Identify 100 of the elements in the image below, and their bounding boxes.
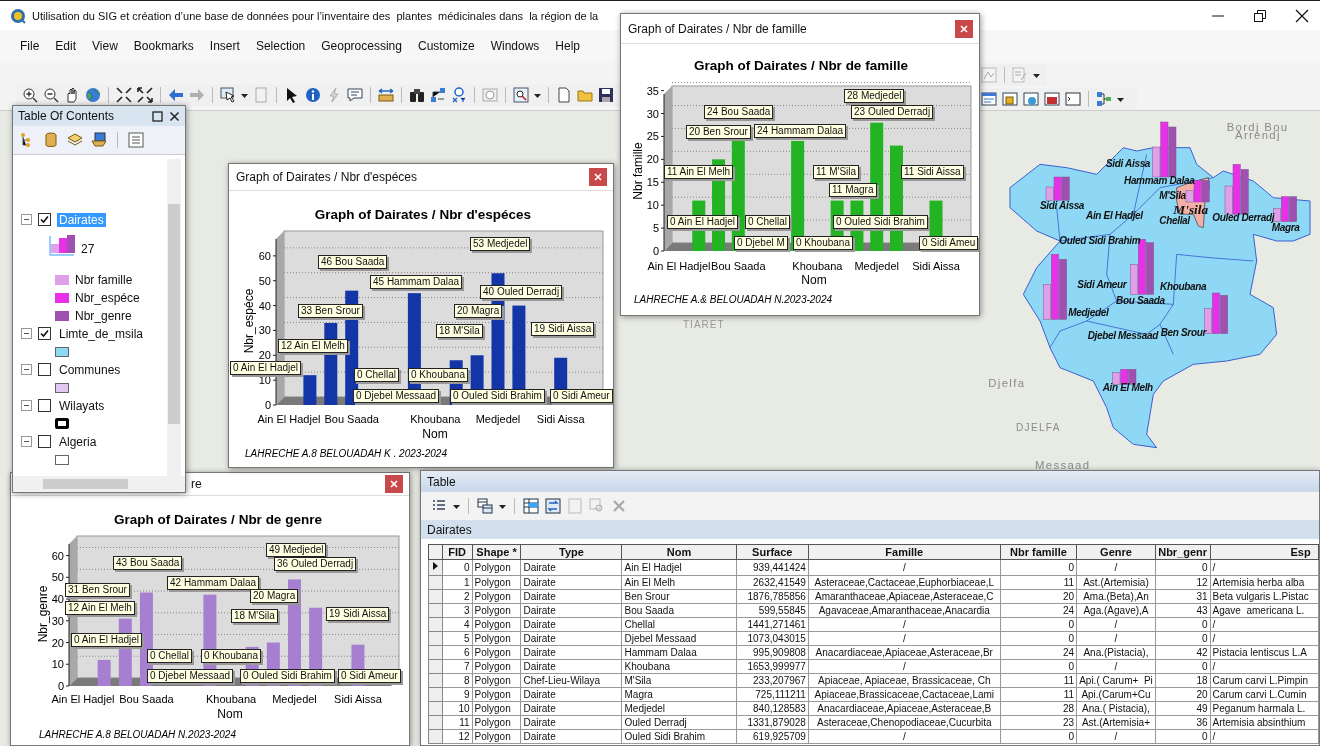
place-label: Sidi Ameur (1077, 279, 1127, 291)
chart-credit: LAHRECHE A.& BELOUADAH N.2023-2024 (634, 294, 833, 305)
table-cell: Apiaceae,Brassicaceae,Cactaceae,Lami (808, 687, 1001, 702)
table-cell: Khoubana (622, 659, 737, 674)
table-cell: 840,128583 (736, 701, 809, 716)
column-header[interactable]: Nbr famille (1000, 544, 1077, 560)
window-title: Table (427, 474, 456, 489)
data-label: 46 Bou Saada (318, 255, 388, 269)
table-cell: Api.(Carum+Cu (1076, 687, 1156, 702)
table-cell: 3 (442, 603, 473, 618)
data-label: 0 Ouled Sidi Brahim (450, 389, 545, 403)
axis-title: Nbr_espéce (242, 288, 256, 354)
table-cell: 599,55845 (736, 603, 809, 618)
data-label: 53 Medjedel (470, 237, 531, 251)
y-tick-label: 40 (258, 299, 271, 312)
layer-name[interactable]: Limte_de_msila (57, 326, 146, 341)
y-tick-label: 15 (646, 176, 659, 189)
table-cell: Djebel Messaad (622, 631, 737, 646)
table-cell: Peganum harmala L. (1210, 701, 1319, 716)
table-cell: Ana.(Pistacia), (1076, 645, 1156, 660)
menu-item[interactable]: Help (555, 37, 581, 55)
table-cell: Polygon (472, 729, 521, 744)
y-tick-label: 0 (57, 680, 64, 692)
table-cell: Chellal (622, 617, 737, 632)
data-label: 20 Ben Srour (686, 125, 751, 139)
y-tick-label: 40 (51, 593, 64, 606)
column-header[interactable]: Type (520, 544, 622, 560)
menu-item[interactable]: Bookmarks (133, 37, 194, 55)
menu-item[interactable]: Geoprocessing (321, 37, 402, 55)
table-cell: Ouled Derradj (622, 715, 737, 730)
symbol-count: 27 (81, 242, 95, 256)
menu-item[interactable]: View (92, 37, 118, 55)
table-cell: Artemisia absinthium (1210, 715, 1319, 730)
layer-name[interactable]: Wilayats (57, 398, 107, 413)
table-cell: Api.( Carum+ Pi (1076, 673, 1156, 688)
table-cell: Ama.(Beta),An (1076, 589, 1156, 604)
table-cell: 1653,999977 (736, 659, 809, 674)
column-header[interactable]: Esp (1210, 544, 1319, 560)
chart-title: Graph of Dairates / Nbr de genre (114, 512, 322, 527)
menu-item[interactable]: Insert (209, 37, 240, 55)
layer-name[interactable]: Communes (57, 362, 123, 377)
column-header[interactable]: Surface (736, 544, 809, 560)
x-tick-label: Sidi Aissa (912, 260, 960, 272)
x-tick-label: Sidi Aissa (536, 413, 585, 425)
table-cell: 11 (1000, 575, 1077, 590)
x-tick-label: Khoubana (792, 260, 843, 272)
table-cell: Polygon (472, 617, 521, 632)
column-header[interactable]: FID (442, 544, 473, 560)
table-cell: 1876,785856 (736, 589, 809, 604)
table-cell: Amaranthaceae,Apiaceae,Asteraceae,C (808, 589, 1001, 604)
data-label: 11 Magra (829, 183, 877, 197)
data-label: 24 Bou Saada (704, 105, 774, 119)
x-tick-label: Ain El Hadjel (647, 260, 711, 272)
layer-name[interactable]: Algeria (57, 434, 99, 449)
table-cell: 0 (1000, 617, 1077, 632)
data-label: 11 Ain El Melh (664, 165, 734, 179)
column-header[interactable]: Nbr_genr (1155, 544, 1211, 560)
data-label: 31 Ben Srour (65, 583, 130, 597)
table-tab[interactable]: Dairates (427, 522, 472, 537)
menu-item[interactable]: File (20, 37, 40, 55)
menu-item[interactable]: Edit (55, 37, 77, 55)
table-cell: Magra (622, 687, 737, 702)
menu-item[interactable]: Selection (255, 37, 306, 55)
table-cell: Dairate (520, 631, 622, 646)
table-cell: 1441,271461 (736, 617, 809, 632)
column-header[interactable]: Genre (1076, 544, 1156, 560)
chart-title: Graph of Dairates / Nbr de famille (694, 58, 908, 73)
menu-item[interactable]: Customize (417, 37, 475, 55)
table-cell: 31 (1155, 589, 1211, 604)
y-tick-label: 25 (646, 130, 659, 143)
data-label: 0 Sidi Ameur (338, 669, 401, 683)
table-cell: 725,111211 (736, 687, 809, 702)
table-cell: 12 (442, 729, 473, 744)
place-label: Chellal (1159, 215, 1190, 227)
table-cell: / (808, 559, 1001, 576)
table-cell: Chef-Lieu-Wilaya (520, 673, 622, 688)
y-tick-label: 50 (51, 571, 64, 584)
table-cell: Polygon (472, 701, 521, 716)
y-tick-label: 20 (51, 636, 64, 649)
column-header[interactable]: Shape * (472, 544, 521, 560)
data-label: 0 Ain El Hadjel (230, 361, 302, 375)
data-label: 19 Sidi Aissa (531, 322, 595, 336)
table-cell: Dairate (520, 589, 622, 604)
data-label: 40 Ouled Derradj (480, 285, 563, 299)
table-cell: Pistacia lentiscus L.A (1210, 645, 1319, 660)
table-cell: Polygon (472, 645, 521, 660)
table-cell: 0 (1155, 559, 1211, 576)
menu-item[interactable]: Windows (490, 37, 540, 55)
column-header[interactable]: Nom (622, 544, 737, 560)
table-cell: / (1076, 559, 1156, 576)
column-header[interactable]: Famille (808, 544, 1001, 560)
table-cell: Beta vulgaris L.Pistac (1210, 589, 1319, 604)
table-cell: 6 (442, 645, 473, 660)
y-tick-label: 30 (258, 324, 271, 337)
table-cell: Carum carvi L.Pimpin (1210, 673, 1319, 688)
table-cell: / (1076, 659, 1156, 674)
table-cell: 12 (1155, 575, 1211, 590)
table-cell: Dairate (520, 729, 622, 744)
data-label: 0 Ain El Hadjel (71, 633, 143, 647)
data-label: 0 Sidi Ameu (919, 236, 979, 250)
